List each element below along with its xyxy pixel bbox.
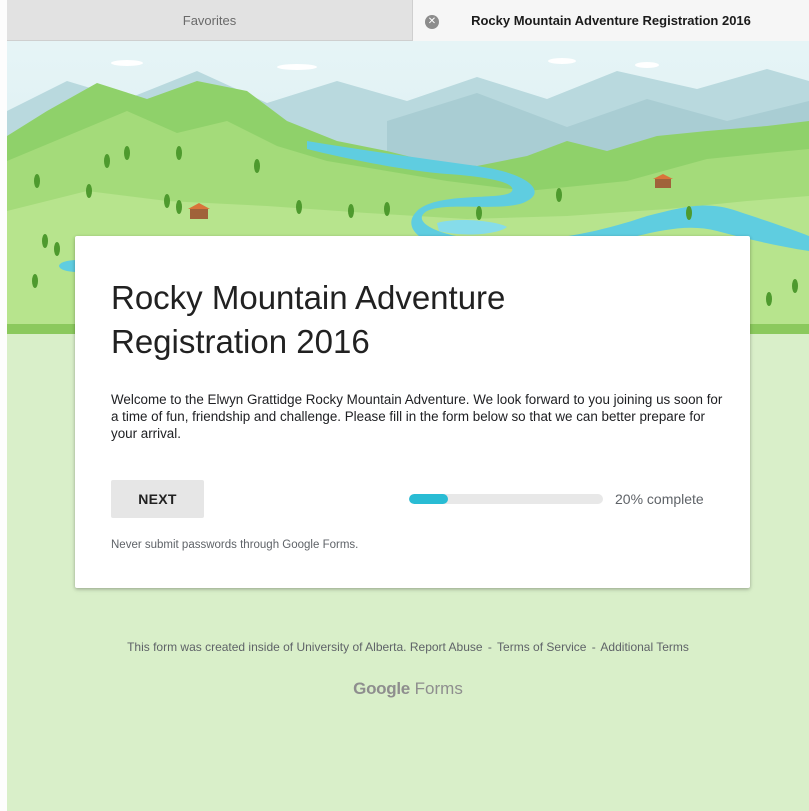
form-footer: This form was created inside of Universi…: [7, 640, 809, 654]
browser-tab-bar: Favorites ✕ Rocky Mountain Adventure Reg…: [7, 0, 809, 41]
progress-label: 20% complete: [615, 491, 704, 507]
form-card: Rocky Mountain Adventure Registration 20…: [75, 236, 750, 588]
next-button[interactable]: NEXT: [111, 480, 204, 518]
left-edge-strip: [0, 0, 7, 811]
close-circle-icon[interactable]: ✕: [425, 15, 439, 29]
tab-label: Favorites: [182, 13, 237, 28]
progress-bar-fill: [409, 494, 448, 504]
footer-separator: -: [487, 640, 492, 654]
form-description: Welcome to the Elwyn Grattidge Rocky Mou…: [111, 392, 723, 441]
google-forms-logo[interactable]: Google Forms: [7, 679, 809, 699]
tab-form[interactable]: ✕ Rocky Mountain Adventure Registration …: [413, 0, 809, 41]
brand-google: Google: [353, 679, 410, 698]
report-abuse-link[interactable]: Report Abuse: [410, 640, 483, 654]
terms-of-service-link[interactable]: Terms of Service: [497, 640, 586, 654]
password-warning: Never submit passwords through Google Fo…: [111, 539, 359, 551]
tab-label: Rocky Mountain Adventure Registration 20…: [471, 13, 751, 28]
progress-bar: [409, 494, 603, 504]
footer-created-text: This form was created inside of Universi…: [127, 640, 407, 654]
form-title: Rocky Mountain Adventure Registration 20…: [111, 279, 506, 360]
brand-forms: Forms: [414, 679, 463, 698]
footer-separator: -: [591, 640, 596, 654]
additional-terms-link[interactable]: Additional Terms: [600, 640, 689, 654]
tab-favorites[interactable]: Favorites: [7, 0, 413, 41]
